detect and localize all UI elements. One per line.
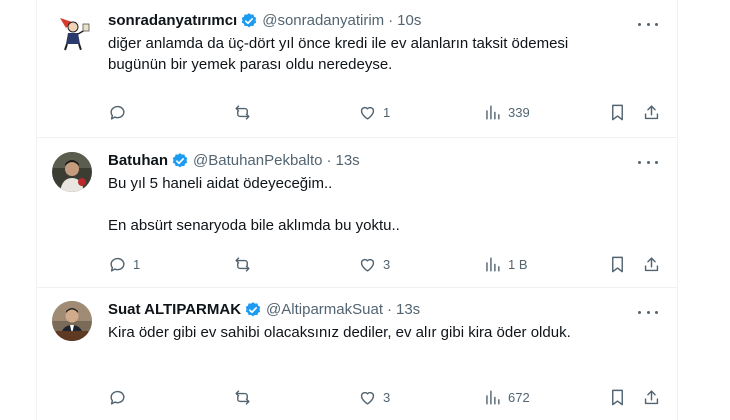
separator-dot: · [326,152,332,169]
author-name[interactable]: Suat ALTIPARMAK [108,300,241,320]
like-count: 1 [383,104,391,120]
bookmark-button[interactable] [608,255,628,274]
share-icon [644,389,659,404]
views-button[interactable]: 339 [483,103,543,122]
more-options-icon[interactable] [638,302,658,322]
views-chart-icon [486,256,500,272]
more-options-icon[interactable] [638,14,658,34]
reply-icon [110,390,125,405]
tweet-actions: 1 3 1 B [108,253,662,275]
bookmark-icon [612,389,623,405]
more-options-icon[interactable] [638,152,658,172]
tweet[interactable]: sonradanyatırımcı @sonradanyatirim · 10s… [36,0,678,138]
separator-dot: · [387,301,392,318]
retweet-button[interactable] [233,103,293,122]
retweet-button[interactable] [233,255,293,274]
avatar[interactable] [52,301,92,341]
like-button[interactable]: 1 [358,103,418,122]
views-button[interactable]: 672 [483,388,543,407]
share-icon [644,256,659,271]
reply-button[interactable] [108,103,168,122]
heart-icon [360,106,375,120]
tweet-timestamp[interactable]: 13s [396,300,420,320]
bookmark-icon [612,104,623,120]
share-button[interactable] [642,388,662,407]
share-button[interactable] [642,103,662,122]
tweet-actions: 3 672 [108,386,662,408]
views-chart-icon [486,104,500,120]
reply-button[interactable]: 1 [108,255,168,274]
verified-badge-icon [172,153,188,168]
profile-photo [52,152,92,192]
tweet-text: diğer anlamda da üç-dört yıl önce kredi … [108,33,648,75]
share-icon [644,104,659,119]
bookmark-icon [612,256,623,272]
author-handle[interactable]: @AltiparmakSuat [266,300,383,320]
tweet-text-line: Bu yıl 5 haneli aidat ödeyeceğim.. [108,175,333,192]
retweet-icon [235,389,250,405]
author-name[interactable]: Batuhan [108,151,168,171]
heart-icon [360,258,375,272]
like-count: 3 [383,256,391,272]
tweet-text-line: bugünün bir yemek parası oldu neredeyse. [108,56,393,73]
author-handle[interactable]: @sonradanyatirim [262,11,384,31]
tweet-secondary-actions [608,103,662,122]
views-button[interactable]: 1 B [483,255,543,274]
tweet-text-line: En absürt senaryoda bile aklımda bu yokt… [108,217,400,234]
tweet-secondary-actions [608,388,662,407]
separator-dot: · [388,12,394,29]
verified-badge-icon [242,13,257,28]
tweet-text-line: diğer anlamda da üç-dört yıl önce kredi … [108,35,569,52]
cartoon-avatar-image [52,12,92,52]
avatar[interactable] [52,12,92,52]
reply-icon [110,105,125,120]
retweet-icon [235,104,250,120]
tweet-text-line: Kira öder gibi ev sahibi olacaksınız ded… [108,324,571,341]
tweet-timestamp[interactable]: 10s [397,11,421,31]
like-button[interactable]: 3 [358,255,418,274]
author-handle[interactable]: @BatuhanPekbalto [193,151,323,171]
heart-icon [360,391,375,405]
bookmark-button[interactable] [608,388,628,407]
avatar[interactable] [52,152,92,192]
tweet-header: Batuhan @BatuhanPekbalto · 13s [108,151,678,171]
tweet[interactable]: Batuhan @BatuhanPekbalto · 13s Bu yıl 5 … [36,138,678,288]
reply-button[interactable] [108,388,168,407]
profile-photo [52,301,92,341]
retweet-icon [235,256,250,272]
tweet-header: Suat ALTIPARMAK @AltiparmakSuat · 13s [108,300,678,320]
tweet-header: sonradanyatırımcı @sonradanyatirim · 10s [108,11,678,31]
reply-icon [110,257,125,272]
view-count: 672 [508,389,530,405]
view-count: 1 B [508,256,528,272]
tweet-text: Kira öder gibi ev sahibi olacaksınız ded… [108,322,648,343]
tweet-timestamp[interactable]: 13s [336,151,360,171]
view-count: 339 [508,104,530,120]
bookmark-button[interactable] [608,103,628,122]
tweet-secondary-actions [608,255,662,274]
reply-count: 1 [133,256,141,272]
verified-badge-icon [245,302,261,317]
tweet-text: Bu yıl 5 haneli aidat ödeyeceğim.. En ab… [108,173,648,236]
tweet-feed: sonradanyatırımcı @sonradanyatirim · 10s… [0,0,730,420]
tweet[interactable]: Suat ALTIPARMAK @AltiparmakSuat · 13s Ki… [36,288,678,420]
tweet-actions: 1 339 [108,101,662,123]
retweet-button[interactable] [233,388,293,407]
like-button[interactable]: 3 [358,388,418,407]
like-count: 3 [383,389,391,405]
views-chart-icon [486,389,500,405]
author-name[interactable]: sonradanyatırımcı [108,11,237,31]
share-button[interactable] [642,255,662,274]
